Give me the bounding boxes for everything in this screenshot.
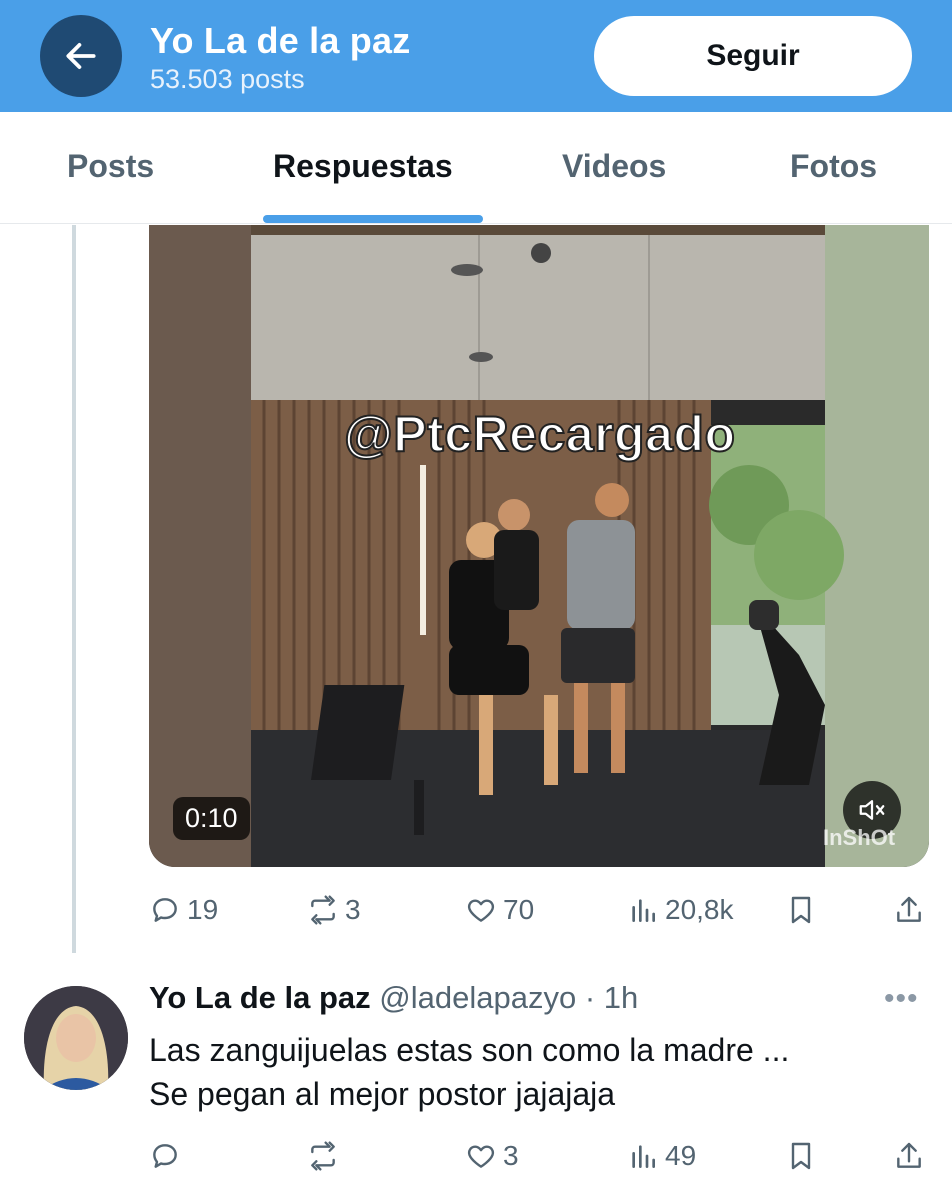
share-icon: [897, 896, 921, 922]
video-frame: [149, 225, 929, 867]
share-button[interactable]: [893, 1136, 925, 1176]
profile-tabs: Posts Respuestas Videos Fotos: [0, 112, 952, 224]
profile-header: Yo La de la paz 53.503 posts Seguir: [0, 0, 952, 112]
view-count: 20,8k: [665, 894, 734, 925]
tweet-text: Las zanguijuelas estas son como la madre…: [149, 1032, 790, 1112]
bookmark-button[interactable]: [785, 890, 817, 930]
repost-button[interactable]: [307, 1136, 345, 1176]
arrow-left-icon: [66, 43, 96, 69]
bookmark-icon: [791, 896, 811, 924]
tab-respuestas[interactable]: Respuestas: [273, 148, 453, 185]
thread-connector-line: [72, 225, 76, 953]
repost-icon: [311, 895, 335, 925]
like-button[interactable]: 3: [465, 1136, 519, 1176]
views-button[interactable]: 20,8k: [627, 890, 734, 930]
reply-tweet-header: Yo La de la paz @ladelapazyo · 1h: [149, 980, 638, 1016]
tab-videos[interactable]: Videos: [562, 148, 666, 185]
comment-icon: [153, 898, 177, 922]
back-button[interactable]: [40, 15, 122, 97]
reply-button[interactable]: 19: [149, 890, 218, 930]
views-button[interactable]: 49: [627, 1136, 696, 1176]
share-button[interactable]: [893, 890, 925, 930]
view-count: 49: [665, 1140, 697, 1171]
active-tab-indicator: [263, 215, 483, 223]
repost-button[interactable]: 3: [307, 890, 361, 930]
repost-icon: [311, 1141, 335, 1171]
posts-count: 53.503 posts: [150, 64, 305, 94]
video-watermark: @PtcRecargado: [343, 405, 736, 463]
like-count: 3: [503, 1140, 519, 1171]
analytics-bars-icon: [632, 899, 655, 922]
reply-count: 19: [187, 894, 219, 925]
bookmark-button[interactable]: [785, 1136, 817, 1176]
video-player[interactable]: @PtcRecargado 0:10 InShOt: [149, 225, 929, 867]
analytics-bars-icon: [632, 1145, 655, 1168]
video-duration: 0:10: [173, 797, 250, 840]
speaker-muted-icon: [859, 800, 885, 820]
comment-icon: [153, 1144, 177, 1168]
author-handle-and-time[interactable]: @ladelapazyo · 1h: [379, 980, 638, 1015]
follow-button[interactable]: Seguir: [594, 16, 912, 96]
profile-name: Yo La de la paz: [150, 20, 411, 61]
reply-button[interactable]: [149, 1136, 187, 1176]
avatar[interactable]: [24, 986, 128, 1090]
bookmark-icon: [791, 1142, 811, 1170]
tab-posts[interactable]: Posts: [67, 148, 154, 185]
reply-tweet-actions: 3 49: [149, 1136, 929, 1176]
video-post-actions: 19 3 70 20,8k: [149, 890, 929, 930]
heart-icon: [467, 1145, 495, 1168]
share-icon: [897, 1142, 921, 1168]
repost-count: 3: [345, 894, 361, 925]
heart-icon: [467, 899, 495, 922]
avatar-image: [24, 986, 128, 1090]
more-options-button[interactable]: •••: [884, 982, 919, 1016]
like-button[interactable]: 70: [465, 890, 534, 930]
tab-fotos[interactable]: Fotos: [790, 148, 877, 185]
inshot-watermark: InShOt: [823, 825, 896, 850]
like-count: 70: [503, 894, 535, 925]
author-name[interactable]: Yo La de la paz: [149, 980, 371, 1015]
